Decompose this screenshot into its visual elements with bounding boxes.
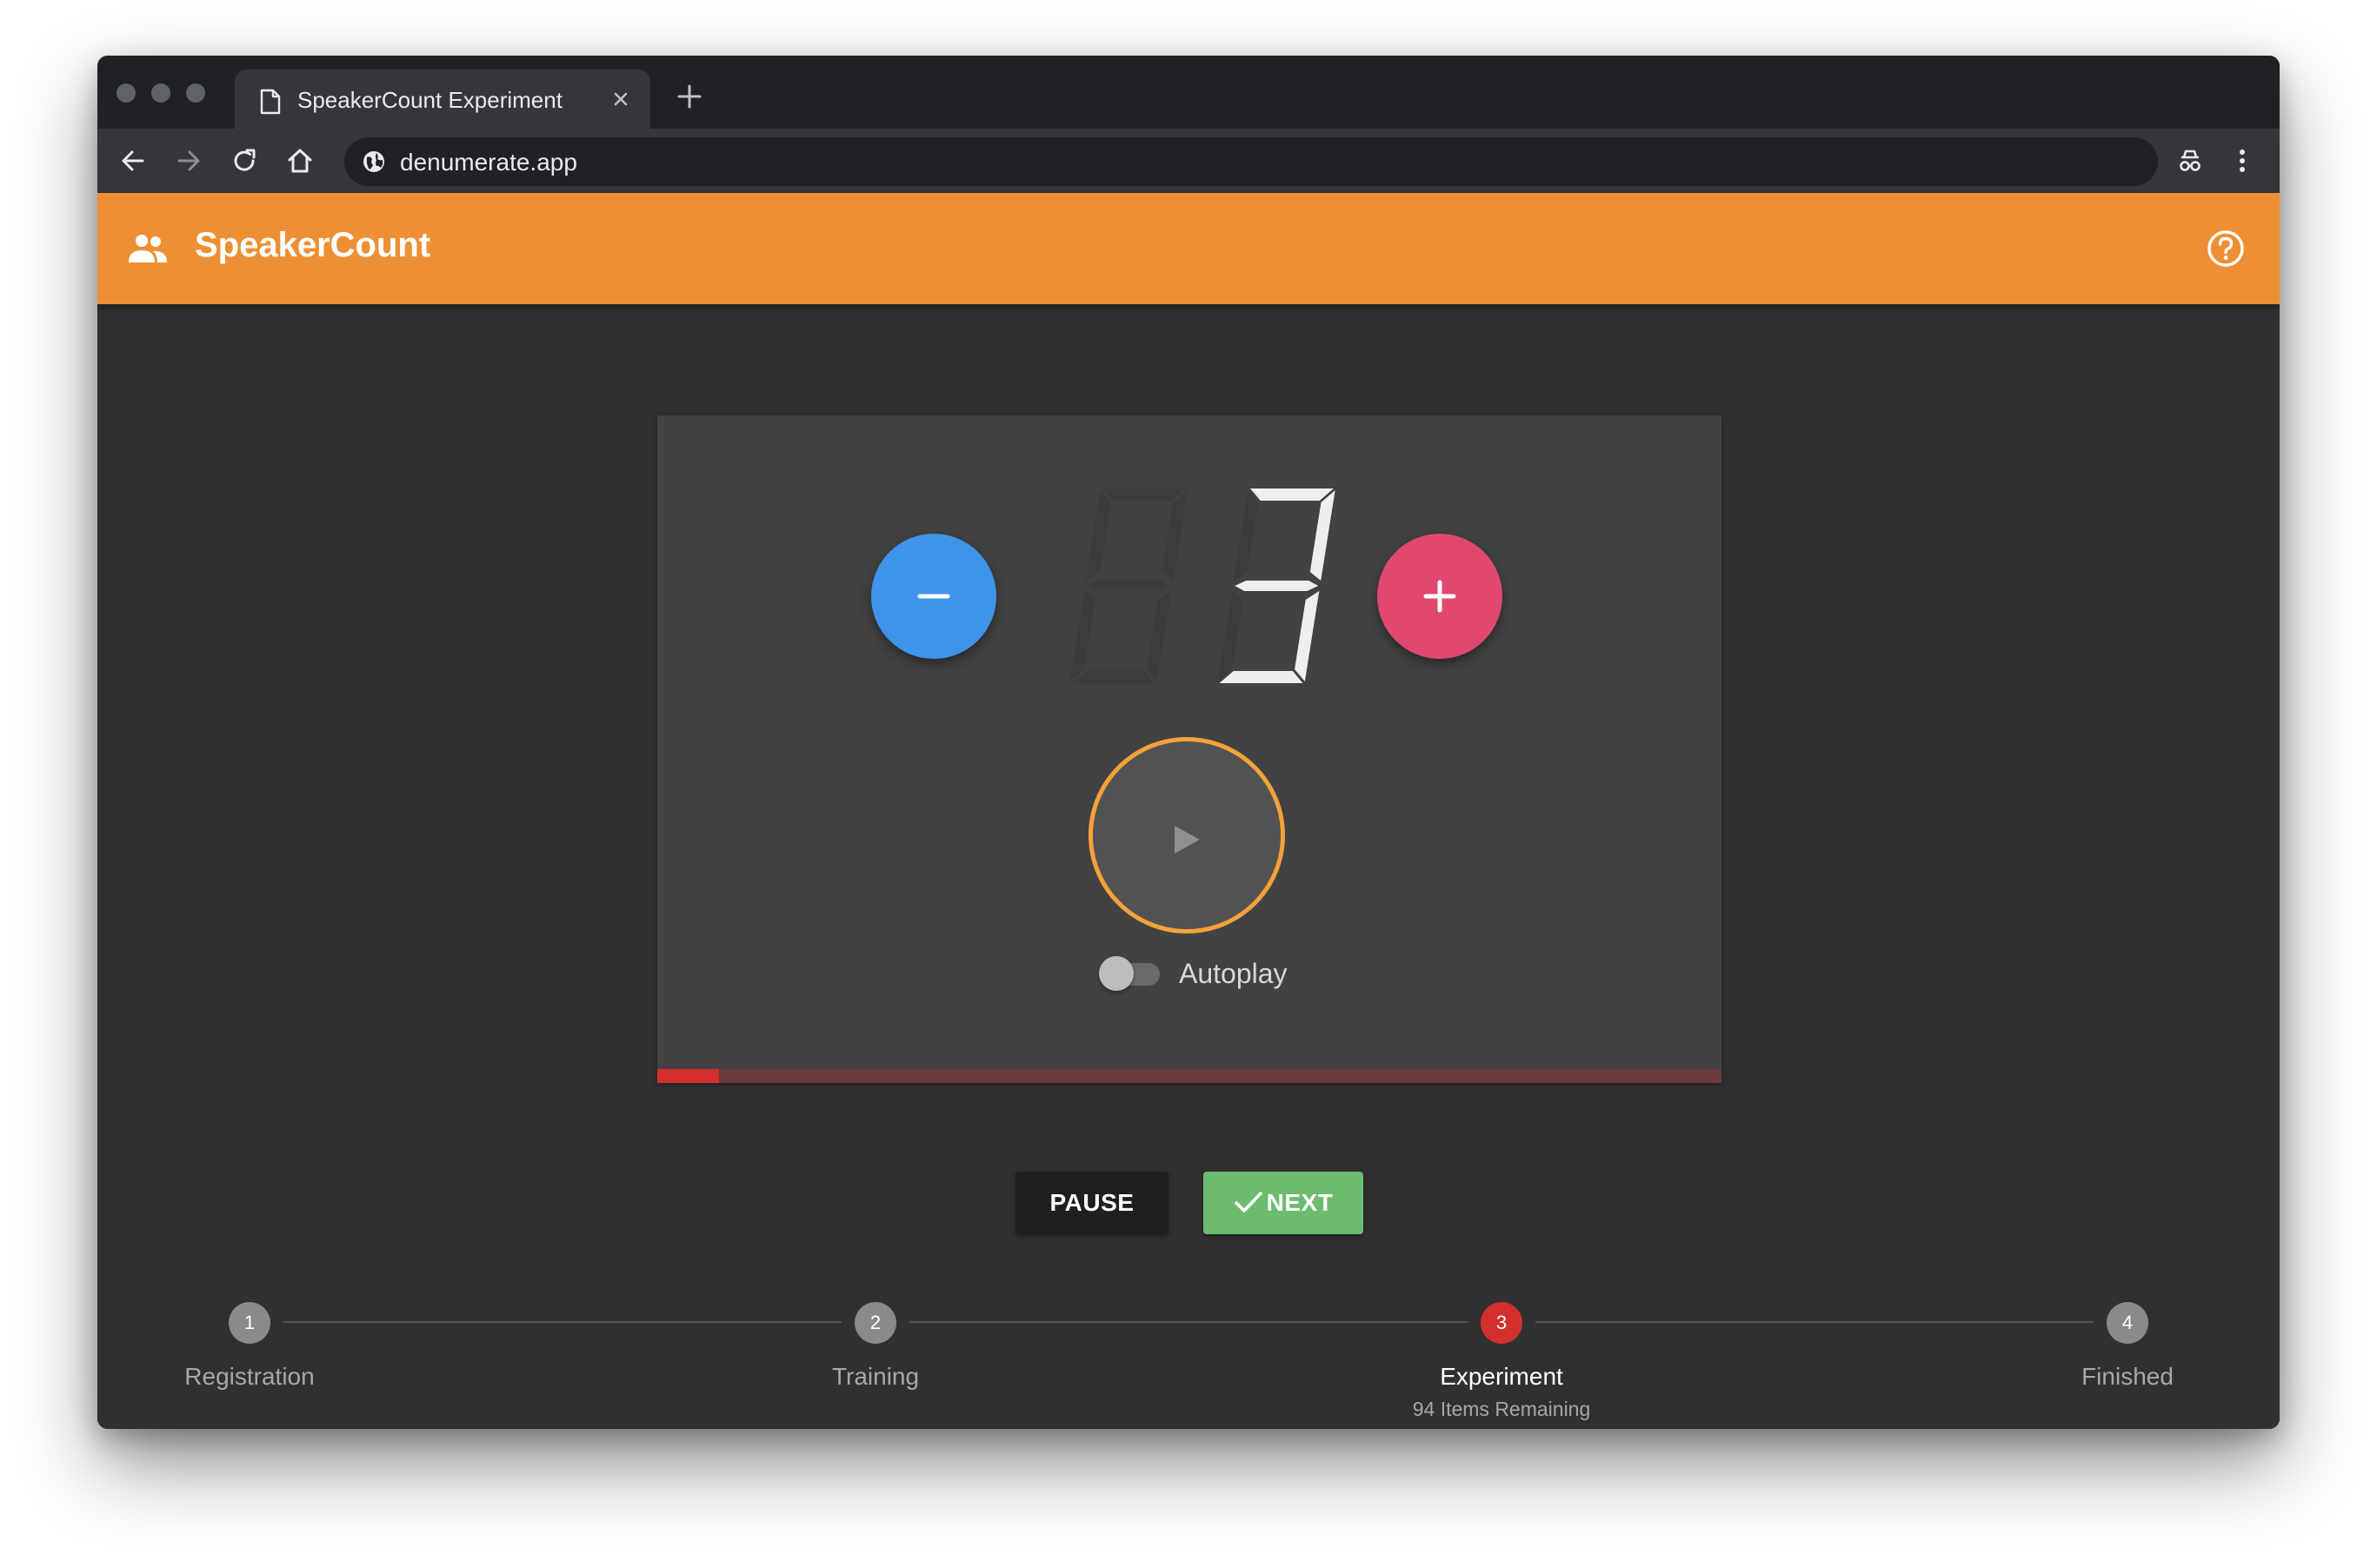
step-label: Experiment [1440, 1363, 1563, 1390]
experiment-card: Autoplay [657, 415, 1721, 1083]
segment-d [1071, 671, 1155, 683]
pause-button[interactable]: PAUSE [1015, 1172, 1169, 1234]
window-close-dot[interactable] [117, 83, 136, 103]
segment-c [1295, 591, 1320, 681]
autoplay-switch[interactable] [1099, 956, 1134, 991]
incognito-icon[interactable] [2174, 144, 2207, 177]
digit-tens [1069, 488, 1188, 683]
segment-e [1217, 591, 1243, 681]
segment-g [1087, 581, 1171, 591]
segment-b [1309, 490, 1335, 581]
window-maximize-dot[interactable] [186, 83, 205, 103]
segment-f [1234, 490, 1259, 581]
increment-button[interactable] [1377, 534, 1502, 659]
plus-icon[interactable] [675, 82, 704, 111]
people-icon [129, 235, 167, 262]
autoplay-label: Autoplay [1179, 958, 1288, 989]
decrement-button[interactable] [871, 534, 996, 659]
segment-a [1250, 488, 1334, 501]
segment-g [1235, 581, 1319, 591]
progress-fill [657, 1069, 719, 1083]
seven-segment-display [1069, 488, 1335, 683]
app-title: SpeakerCount [195, 226, 431, 264]
window-minimize-dot[interactable] [151, 83, 170, 103]
step-number: 3 [1481, 1302, 1522, 1344]
browser-toolbar: denumerate.app [97, 129, 2280, 193]
step-label: Training [831, 1363, 920, 1390]
kebab-menu-icon[interactable] [2226, 144, 2259, 177]
pause-label: PAUSE [1049, 1189, 1135, 1216]
document-icon [260, 89, 281, 115]
app-bar: SpeakerCount [97, 193, 2280, 304]
globe-icon [363, 151, 384, 172]
autoplay-control: Autoplay [1099, 951, 1325, 994]
segment-d [1219, 671, 1303, 683]
step-number: 4 [2107, 1302, 2148, 1344]
play-button[interactable] [1089, 737, 1285, 933]
next-button[interactable]: NEXT [1203, 1172, 1363, 1234]
main-content: Autoplay PAUSE NEXT 1 Registration 2 Tra… [97, 304, 2280, 1429]
plus-icon [1423, 580, 1456, 613]
address-bar[interactable]: denumerate.app [344, 137, 2158, 186]
close-icon[interactable] [607, 85, 635, 113]
home-icon[interactable] [283, 144, 316, 177]
check-icon [1234, 1192, 1262, 1213]
arrow-left-icon[interactable] [117, 144, 150, 177]
arrow-right-icon[interactable] [172, 144, 205, 177]
step-number: 2 [855, 1302, 896, 1344]
step-finished: 4 Finished [1997, 1278, 2258, 1391]
digit-ones [1217, 488, 1335, 683]
browser-window: SpeakerCount Experiment denumerate.app S… [97, 56, 2280, 1429]
play-icon [1175, 826, 1200, 854]
url-text: denumerate.app [400, 149, 577, 176]
segment-e [1069, 591, 1095, 681]
step-registration: 1 Registration [119, 1278, 380, 1391]
segment-f [1086, 490, 1111, 581]
step-training: 2 Training [745, 1278, 1006, 1391]
segment-c [1147, 591, 1172, 681]
tab-strip: SpeakerCount Experiment [97, 56, 2280, 129]
step-label: Registration [184, 1363, 315, 1390]
progress-stepper: 1 Registration 2 Training 3 Experiment 9… [97, 1278, 2280, 1420]
help-circle-icon[interactable] [2205, 228, 2247, 269]
step-sublabel: 94 Items Remaining [1412, 1398, 1591, 1420]
progress-bar [657, 1069, 1721, 1083]
minus-icon [917, 594, 950, 599]
segment-a [1102, 488, 1186, 501]
segment-b [1162, 490, 1188, 581]
browser-tab[interactable]: SpeakerCount Experiment [235, 70, 650, 129]
step-experiment: 3 Experiment 94 Items Remaining [1371, 1278, 1632, 1421]
tab-title: SpeakerCount Experiment [297, 87, 563, 113]
next-label: NEXT [1266, 1189, 1334, 1216]
step-label: Finished [2081, 1363, 2174, 1390]
step-number: 1 [229, 1302, 270, 1344]
reload-icon[interactable] [228, 144, 261, 177]
